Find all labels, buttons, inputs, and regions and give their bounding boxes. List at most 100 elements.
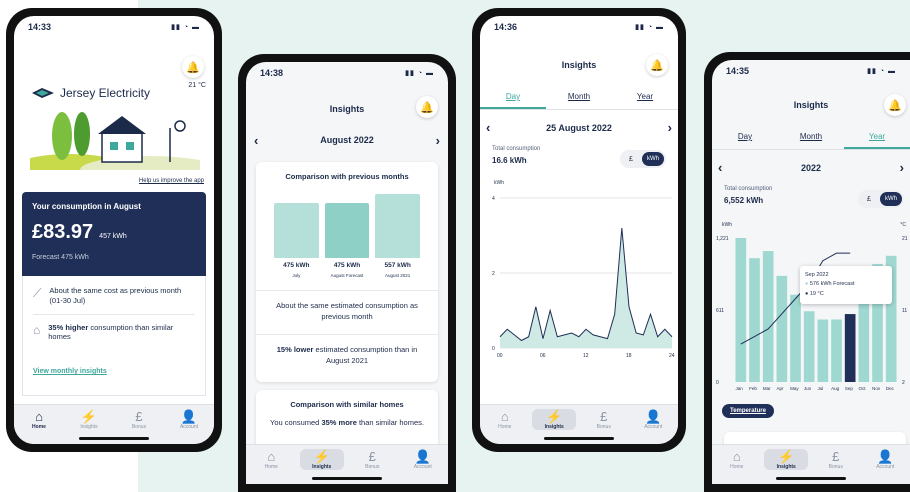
- lightning-icon: ⚡: [546, 409, 563, 424]
- comparison-bar-label: 475 kWh July: [274, 262, 319, 278]
- tab-account[interactable]: 👤 Account: [631, 409, 675, 430]
- home-indicator: [776, 477, 846, 480]
- tab-month[interactable]: Month: [546, 86, 612, 109]
- x-tick-label: 00: [497, 353, 503, 359]
- person-icon: 👤: [645, 409, 662, 424]
- status-icons: ▮▮ ◔ ▬: [171, 24, 200, 31]
- tab-month[interactable]: Month: [778, 126, 844, 149]
- chevron-right-icon[interactable]: ›: [668, 120, 672, 135]
- tab-bonus[interactable]: £ Bonus: [582, 409, 626, 430]
- period-tabs: Day Month Year: [480, 86, 678, 110]
- house-illustration: [30, 112, 200, 170]
- month-bar: [762, 251, 774, 382]
- tab-account[interactable]: 👤 Account: [863, 449, 907, 470]
- total-label: Total consumption: [492, 146, 541, 152]
- tab-home[interactable]: ⌂ Home: [249, 449, 293, 470]
- tab-bonus[interactable]: £ Bonus: [814, 449, 858, 470]
- status-icons: ▮▮ ◔ ▬: [635, 24, 664, 31]
- lightning-icon: ⚡: [313, 449, 330, 464]
- chevron-left-icon[interactable]: ‹: [486, 120, 490, 135]
- x-tick-label: Mar: [763, 386, 771, 391]
- x-tick-label: Apr: [777, 386, 785, 391]
- unit-pound[interactable]: £: [622, 152, 640, 166]
- comparison-bar-label: 557 kWh August 2021: [375, 262, 420, 278]
- home-indicator: [79, 437, 149, 440]
- status-bar: 14:33 ▮▮ ◔ ▬: [14, 16, 214, 38]
- brand-logo: Jersey Electricity: [30, 86, 150, 100]
- tab-day[interactable]: Day: [712, 126, 778, 149]
- chevron-right-icon[interactable]: ›: [900, 160, 904, 175]
- current-month: August 2022: [320, 135, 374, 145]
- home-icon: ⌂: [500, 409, 509, 424]
- comparison-bar: [274, 203, 319, 258]
- bell-icon[interactable]: 🔔: [182, 56, 204, 78]
- status-time: 14:36: [494, 22, 518, 32]
- tab-bonus[interactable]: £ Bonus: [117, 409, 161, 430]
- y-tick-label: 2: [492, 271, 495, 277]
- insights-day-screen: 14:36 ▮▮ ◔ ▬ Insights 🔔 Day Month Year ‹…: [480, 16, 678, 444]
- amount-kwh: 457 kWh: [99, 233, 127, 240]
- temperature-button[interactable]: Temperature: [722, 404, 774, 418]
- tab-year[interactable]: Year: [844, 126, 910, 149]
- lightning-icon: ⚡: [80, 409, 98, 424]
- month-bar: [749, 258, 760, 382]
- phone-insights-year: 14:35 ▮▮ ◔ ▬ Insights 🔔 Day Month Year ‹…: [704, 52, 910, 492]
- y-unit-left: kWh: [722, 222, 732, 228]
- month-nav: ‹ August 2022 ›: [246, 132, 448, 148]
- y-tick-label-right: 2: [902, 380, 905, 386]
- total-value: 16.6 kWh: [492, 156, 527, 165]
- tab-home[interactable]: ⌂ Home: [715, 449, 759, 470]
- forecast: Forecast 475 kWh: [32, 254, 89, 261]
- month-bar: [790, 294, 801, 382]
- consumption-card[interactable]: Your consumption in August £83.97 457 kW…: [22, 192, 206, 276]
- year-chart: 0 2 611 11 1,221 21 Jan Feb Mar Apr May Jun Jul Aug Se…: [716, 236, 908, 391]
- month-bar: [803, 311, 815, 382]
- status-bar: 14:36 ▮▮ ◔ ▬: [480, 16, 678, 38]
- comparison-bar: [324, 203, 370, 258]
- pound-icon: £: [368, 449, 376, 464]
- trend-icon: ⟋: [33, 286, 42, 300]
- homes-text-b: than similar homes.: [356, 418, 424, 427]
- chevron-left-icon[interactable]: ‹: [254, 133, 258, 148]
- tab-insights[interactable]: ⚡ Insights: [764, 449, 809, 470]
- unit-kwh[interactable]: kWh: [880, 192, 902, 206]
- home-icon: ⌂: [35, 409, 43, 424]
- tab-insights[interactable]: ⚡ Insights: [532, 409, 577, 430]
- tab-insights[interactable]: ⚡ Insights: [67, 409, 111, 430]
- tab-insights[interactable]: ⚡ Insights: [299, 449, 344, 470]
- tab-day[interactable]: Day: [480, 86, 546, 109]
- bar-label: July: [292, 273, 301, 278]
- tab-home[interactable]: ⌂ Home: [483, 409, 527, 430]
- phone-home: 14:33 ▮▮ ◔ ▬ 🔔 21 °C Jersey Electricity …: [6, 8, 222, 452]
- person-icon: 👤: [180, 409, 198, 424]
- status-time: 14:33: [28, 22, 52, 32]
- help-link[interactable]: Help us improve the app: [139, 178, 204, 184]
- chevron-right-icon[interactable]: ›: [436, 133, 440, 148]
- y-tick-label-left: 1,221: [716, 236, 729, 242]
- tab-bonus[interactable]: £ Bonus: [350, 449, 394, 470]
- bell-icon[interactable]: 🔔: [646, 54, 668, 76]
- bell-icon[interactable]: 🔔: [884, 94, 906, 116]
- bar-label: August 2021: [385, 273, 411, 278]
- bell-icon[interactable]: 🔔: [416, 96, 438, 118]
- x-tick-label: 24: [669, 353, 675, 359]
- pound-icon: £: [135, 409, 143, 424]
- insight-higher: 35% higher: [48, 322, 89, 332]
- tab-year[interactable]: Year: [612, 86, 678, 109]
- view-monthly-insights-link[interactable]: View monthly insights: [33, 368, 195, 375]
- unit-toggle: £ kWh: [858, 190, 904, 208]
- x-tick-label: May: [790, 386, 799, 391]
- date-nav: ‹ 25 August 2022 ›: [480, 120, 678, 135]
- x-tick-label: Jun: [804, 386, 812, 391]
- y-tick-label-left: 611: [716, 308, 724, 314]
- unit-kwh[interactable]: kWh: [642, 152, 664, 166]
- tooltip-line2: 19 °C: [809, 290, 824, 297]
- tab-account[interactable]: 👤 Account: [167, 409, 211, 430]
- chevron-left-icon[interactable]: ‹: [718, 160, 722, 175]
- unit-pound[interactable]: £: [860, 192, 878, 206]
- home-icon: ⌂: [732, 449, 741, 464]
- comparison-bar: [375, 194, 421, 258]
- tab-home[interactable]: ⌂ Home: [17, 409, 61, 430]
- lower-text: 15% lower: [276, 345, 314, 354]
- tab-account[interactable]: 👤 Account: [401, 449, 445, 470]
